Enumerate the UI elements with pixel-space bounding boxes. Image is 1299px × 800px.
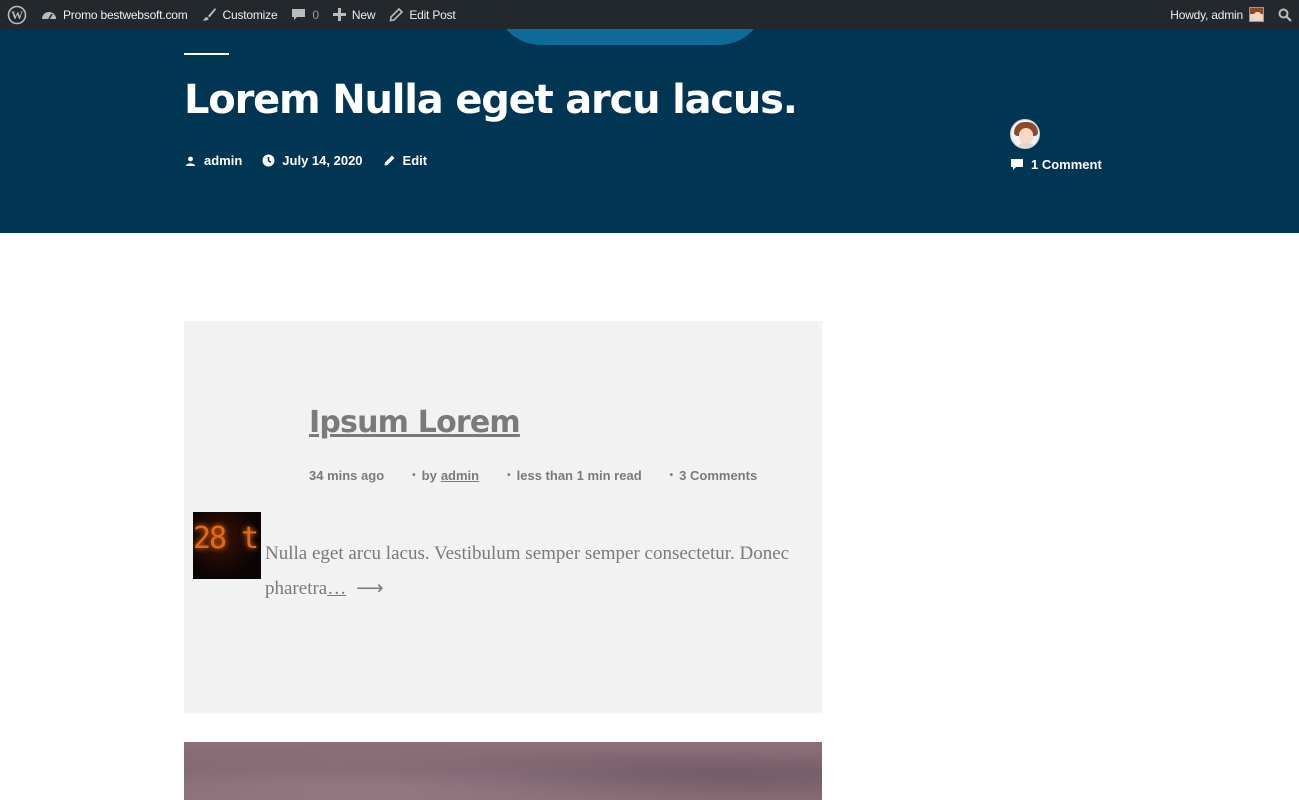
pencil-icon: [389, 7, 404, 21]
comments-link[interactable]: 0: [284, 0, 325, 29]
wordpress-icon: W: [7, 5, 27, 24]
author-avatar[interactable]: [1010, 119, 1040, 149]
post-card-meta: 34 mins ago • by admin • less than 1 min…: [309, 468, 757, 483]
post-card-thumbnail[interactable]: 28 t: [193, 512, 261, 579]
next-post-image[interactable]: [184, 742, 822, 800]
admin-bar: W Promo bestwebsoft.com Customize 0 New: [0, 0, 1299, 29]
read-more-link[interactable]: …: [327, 578, 346, 599]
my-account-link[interactable]: Howdy, admin: [1163, 0, 1271, 29]
meta-separator: •: [669, 470, 674, 481]
edit-post-label: Edit Post: [409, 7, 456, 22]
brush-icon: [202, 8, 216, 21]
arrow-right-icon[interactable]: ⟶: [356, 578, 383, 599]
pencil-icon: [384, 155, 395, 166]
dashboard-icon: [42, 11, 56, 19]
new-label: New: [351, 7, 376, 22]
post-date[interactable]: July 14, 2020: [262, 153, 363, 168]
comments-count: 0: [312, 7, 319, 22]
post-author[interactable]: admin: [184, 153, 242, 168]
user-avatar-small: [1249, 7, 1264, 22]
post-meta: admin July 14, 2020 Edit: [184, 153, 427, 168]
thumbnail-text: 28 t: [193, 521, 259, 556]
howdy-label: Howdy, admin: [1170, 7, 1243, 22]
post-card-time: 34 mins ago: [309, 468, 385, 483]
image-texture: [184, 742, 822, 800]
header-decoration: [495, 29, 765, 45]
wordpress-logo-button[interactable]: W: [0, 0, 34, 29]
svg-text:W: W: [11, 8, 23, 22]
post-author-name: admin: [204, 153, 243, 168]
comments-label: 1 Comment: [1031, 157, 1102, 172]
clock-icon: [262, 154, 275, 167]
post-header: Lorem Nulla eget arcu lacus. admin July …: [0, 29, 1299, 233]
comment-bubble-icon: [292, 8, 306, 20]
post-card-read-time: less than 1 min read: [516, 468, 642, 483]
user-icon: [186, 156, 195, 166]
post-card-author-link[interactable]: admin: [441, 468, 479, 483]
comment-icon: [1011, 159, 1023, 170]
post-edit-link[interactable]: Edit: [383, 153, 428, 168]
edit-post-link[interactable]: Edit Post: [382, 0, 462, 29]
post-card: Ipsum Lorem 34 mins ago • by admin • les…: [184, 321, 822, 713]
search-icon: [1278, 8, 1292, 22]
new-content-link[interactable]: New: [326, 0, 382, 29]
author-comment-block: 1 Comment: [1010, 119, 1102, 172]
site-name-link[interactable]: Promo bestwebsoft.com: [34, 0, 195, 29]
admin-search-button[interactable]: [1271, 0, 1299, 29]
title-divider: [184, 53, 229, 55]
post-card-excerpt: Nulla eget arcu lacus. Vestibulum semper…: [265, 536, 821, 606]
post-card-by: by: [421, 468, 437, 483]
meta-separator: •: [507, 470, 511, 481]
post-card-comments[interactable]: 3 Comments: [679, 468, 757, 483]
comments-link[interactable]: 1 Comment: [1010, 157, 1102, 172]
customize-label: Customize: [222, 7, 278, 22]
post-date-text: July 14, 2020: [282, 153, 363, 168]
meta-separator: •: [412, 470, 416, 481]
post-edit-label: Edit: [402, 153, 428, 168]
customize-link[interactable]: Customize: [195, 0, 285, 29]
page-title: Lorem Nulla eget arcu lacus.: [184, 77, 798, 123]
plus-icon: [332, 8, 346, 21]
site-name-label: Promo bestwebsoft.com: [63, 7, 188, 22]
post-card-title[interactable]: Ipsum Lorem: [309, 405, 521, 440]
